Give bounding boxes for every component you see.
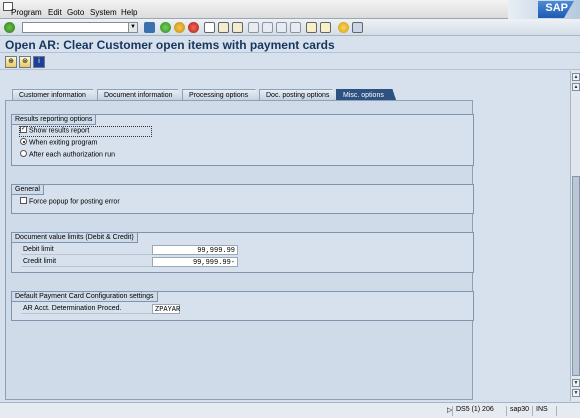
tab-customer-information[interactable]: Customer information bbox=[12, 89, 98, 100]
after-each-label: After each authorization run bbox=[29, 151, 115, 159]
when-exiting-radio[interactable]: When exiting program bbox=[20, 138, 98, 147]
payment-card-config-group: Default Payment Card Configuration setti… bbox=[11, 291, 474, 321]
back-icon[interactable] bbox=[160, 22, 171, 33]
find-icon[interactable] bbox=[218, 22, 229, 33]
scroll-bottom-icon[interactable]: ▼ bbox=[572, 389, 580, 397]
ar-acct-determination-label: AR Acct. Determination Proced. bbox=[21, 303, 152, 314]
when-exiting-label: When exiting program bbox=[29, 139, 98, 147]
help-icon[interactable] bbox=[338, 22, 349, 33]
checkbox-unchecked-icon[interactable] bbox=[20, 197, 27, 204]
next-page-icon[interactable] bbox=[276, 22, 287, 33]
debit-limit-label: Debit limit bbox=[21, 244, 152, 255]
tab-document-information[interactable]: Document information bbox=[97, 89, 183, 100]
chevron-down-icon[interactable]: ▼ bbox=[128, 22, 138, 33]
exit-icon[interactable] bbox=[174, 22, 185, 33]
shortcut-icon[interactable] bbox=[320, 22, 331, 33]
find-next-icon[interactable] bbox=[232, 22, 243, 33]
scroll-up-icon[interactable]: ▲ bbox=[572, 83, 580, 91]
ar-acct-determination-field[interactable]: ZPAYAR bbox=[152, 304, 180, 314]
first-page-icon[interactable] bbox=[248, 22, 259, 33]
sap-logo: SAP bbox=[508, 0, 580, 19]
application-toolbar: ⊕ ⊛ i bbox=[0, 53, 580, 70]
general-group: General Force popup for posting error bbox=[11, 184, 474, 214]
scrollbar-thumb[interactable] bbox=[572, 176, 580, 376]
sap-logo-text: SAP bbox=[545, 2, 568, 14]
show-results-checkbox[interactable]: ✓ Show results report bbox=[20, 126, 90, 135]
force-popup-label: Force popup for posting error bbox=[29, 198, 120, 206]
scroll-top-icon[interactable]: ▲ bbox=[572, 73, 580, 81]
save-icon[interactable] bbox=[144, 22, 155, 33]
group-title: Document value limits (Debit & Credit) bbox=[12, 233, 138, 243]
info-icon[interactable]: i bbox=[33, 56, 45, 68]
tab-panel: Results reporting options ✓ Show results … bbox=[5, 100, 474, 400]
server-name: sap30 bbox=[506, 406, 530, 416]
debit-limit-field[interactable]: 99,999.99 bbox=[152, 245, 238, 255]
page-title: Open AR: Clear Customer open items with … bbox=[5, 38, 335, 52]
force-popup-checkbox[interactable]: Force popup for posting error bbox=[20, 197, 120, 206]
results-reporting-group: Results reporting options ✓ Show results … bbox=[11, 114, 474, 166]
system-toolbar: ▼ bbox=[0, 19, 580, 36]
scroll-down-icon[interactable]: ▼ bbox=[572, 379, 580, 387]
layout-menu-icon[interactable] bbox=[352, 22, 363, 33]
checkbox-checked-icon[interactable]: ✓ bbox=[20, 126, 27, 133]
group-title: General bbox=[12, 185, 44, 195]
last-page-icon[interactable] bbox=[290, 22, 301, 33]
tab-doc-posting-options[interactable]: Doc. posting options bbox=[259, 89, 337, 100]
menu-bar: Program Edit Goto System Help SAP bbox=[0, 0, 580, 19]
print-icon[interactable] bbox=[204, 22, 215, 33]
insert-mode: INS bbox=[532, 406, 554, 416]
credit-limit-field[interactable]: 99,999.99- bbox=[152, 257, 238, 267]
cancel-icon[interactable] bbox=[188, 22, 199, 33]
enter-icon[interactable] bbox=[4, 22, 15, 33]
show-results-label: Show results report bbox=[29, 127, 90, 135]
credit-limit-label: Credit limit bbox=[21, 256, 152, 267]
menu-goto[interactable]: Goto bbox=[67, 8, 84, 17]
execute-icon[interactable]: ⊕ bbox=[5, 56, 17, 68]
group-title: Results reporting options bbox=[12, 115, 97, 125]
menu-help[interactable]: Help bbox=[121, 8, 137, 17]
status-options-icon[interactable] bbox=[556, 406, 578, 416]
tab-processing-options[interactable]: Processing options bbox=[182, 89, 260, 100]
command-field[interactable] bbox=[22, 22, 138, 33]
document-value-limits-group: Document value limits (Debit & Credit) D… bbox=[11, 232, 474, 273]
radio-selected-icon[interactable] bbox=[20, 138, 27, 145]
new-session-icon[interactable] bbox=[306, 22, 317, 33]
menu-program[interactable]: Program bbox=[11, 8, 42, 17]
menu-edit[interactable]: Edit bbox=[48, 8, 62, 17]
previous-page-icon[interactable] bbox=[262, 22, 273, 33]
vertical-scrollbar[interactable]: ▲ ▲ ▼ ▼ bbox=[570, 71, 580, 401]
radio-unselected-icon[interactable] bbox=[20, 150, 27, 157]
session-info: DS5 (1) 206 bbox=[452, 406, 504, 416]
menu-system[interactable]: System bbox=[90, 8, 117, 17]
get-variant-icon[interactable]: ⊛ bbox=[19, 56, 31, 68]
group-title: Default Payment Card Configuration setti… bbox=[12, 292, 158, 302]
tab-misc-options[interactable]: Misc. options bbox=[336, 89, 396, 100]
after-each-radio[interactable]: After each authorization run bbox=[20, 150, 115, 159]
status-bar: ▷ DS5 (1) 206 sap30 INS bbox=[0, 402, 580, 418]
